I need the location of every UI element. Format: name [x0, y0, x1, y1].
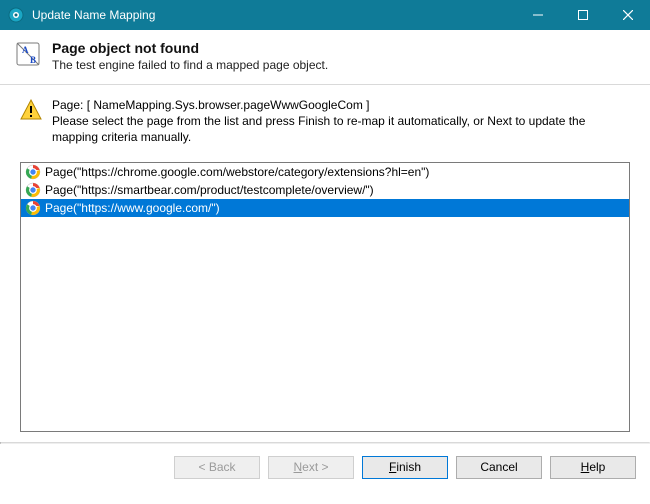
- next-button[interactable]: Next >: [268, 456, 354, 479]
- list-item[interactable]: Page("https://chrome.google.com/webstore…: [21, 163, 629, 181]
- chrome-icon: [25, 200, 41, 216]
- finish-button[interactable]: Finish: [362, 456, 448, 479]
- app-icon: [8, 7, 24, 23]
- cancel-button[interactable]: Cancel: [456, 456, 542, 479]
- help-button[interactable]: Help: [550, 456, 636, 479]
- list-item[interactable]: Page("https://www.google.com/"): [21, 199, 629, 217]
- info-line-1: Page: [ NameMapping.Sys.browser.pageWwwG…: [52, 97, 630, 113]
- window-title: Update Name Mapping: [32, 8, 515, 22]
- info-panel: Page: [ NameMapping.Sys.browser.pageWwwG…: [0, 85, 650, 156]
- warning-icon: [20, 99, 42, 121]
- svg-text:B: B: [30, 55, 36, 65]
- list-item-label: Page("https://smartbear.com/product/test…: [45, 182, 374, 198]
- button-row: < Back Next > Finish Cancel Help: [0, 444, 650, 491]
- window-controls: [515, 0, 650, 30]
- list-item-label: Page("https://chrome.google.com/webstore…: [45, 164, 429, 180]
- page-subtitle: The test engine failed to find a mapped …: [52, 58, 328, 72]
- info-line-2: Please select the page from the list and…: [52, 113, 630, 145]
- info-text: Page: [ NameMapping.Sys.browser.pageWwwG…: [52, 97, 630, 146]
- page-list[interactable]: Page("https://chrome.google.com/webstore…: [20, 162, 630, 432]
- list-item-label: Page("https://www.google.com/"): [45, 200, 220, 216]
- chrome-icon: [25, 182, 41, 198]
- mapping-icon: A B: [14, 40, 42, 68]
- chrome-icon: [25, 164, 41, 180]
- maximize-button[interactable]: [560, 0, 605, 30]
- page-title: Page object not found: [52, 40, 328, 56]
- wizard-header: A B Page object not found The test engin…: [0, 30, 650, 85]
- title-bar: Update Name Mapping: [0, 0, 650, 30]
- header-text: Page object not found The test engine fa…: [52, 40, 328, 72]
- back-button[interactable]: < Back: [174, 456, 260, 479]
- close-button[interactable]: [605, 0, 650, 30]
- minimize-button[interactable]: [515, 0, 560, 30]
- list-item[interactable]: Page("https://smartbear.com/product/test…: [21, 181, 629, 199]
- svg-text:A: A: [22, 45, 29, 55]
